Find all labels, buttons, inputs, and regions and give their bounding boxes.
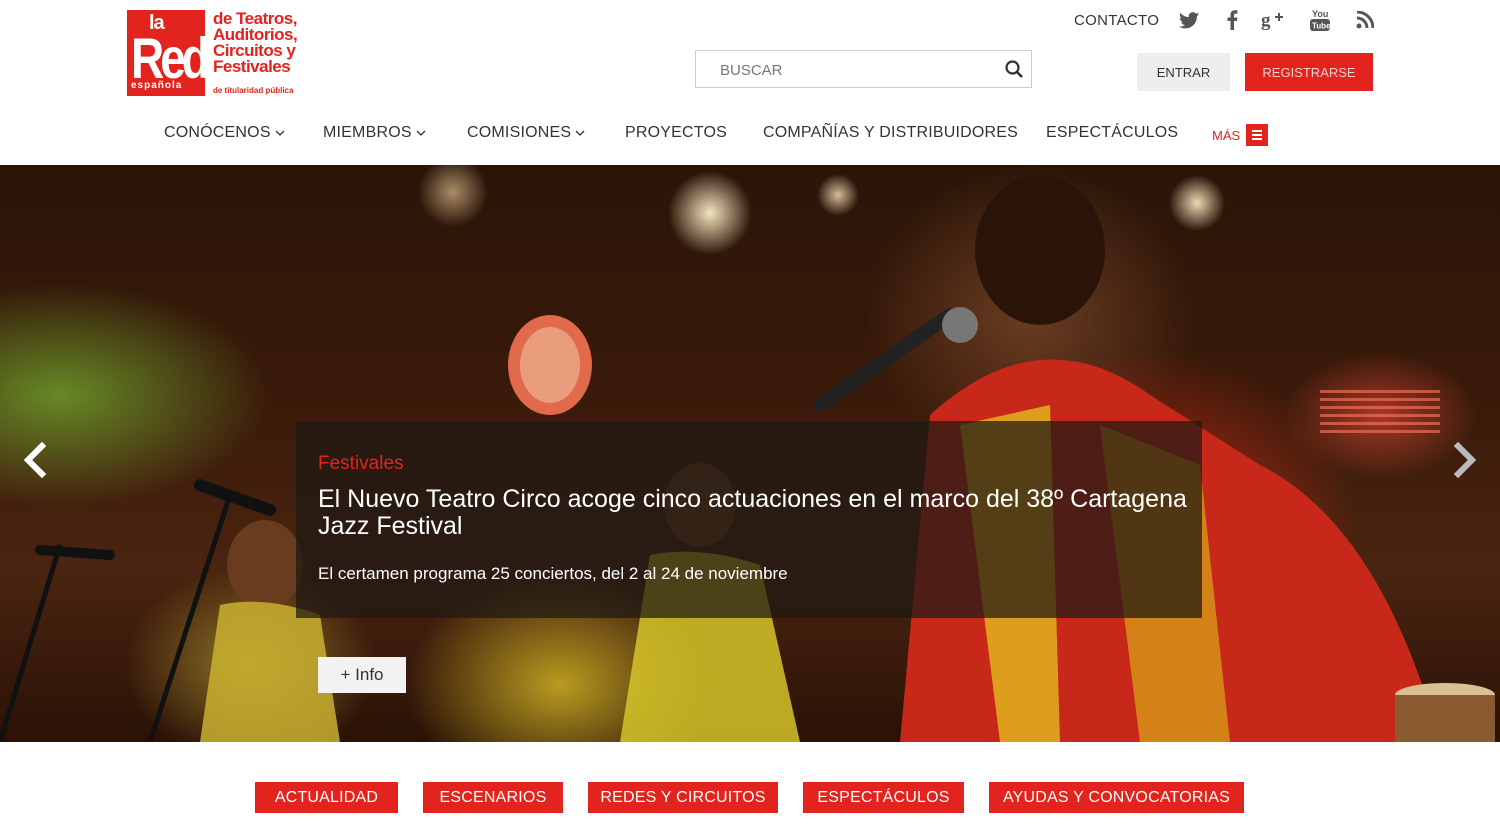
svg-text:g: g bbox=[1261, 10, 1271, 30]
contact-link[interactable]: CONTACTO bbox=[1074, 12, 1159, 29]
twitter-icon[interactable] bbox=[1177, 8, 1201, 32]
logo-tagline-line: Festivales bbox=[213, 57, 291, 76]
logo-subtitle: de titularidad pública bbox=[213, 86, 294, 95]
more-menu-button[interactable]: MÁS bbox=[1212, 124, 1269, 146]
tab-actualidad[interactable]: ACTUALIDAD bbox=[255, 782, 398, 813]
slider-next-arrow-icon[interactable] bbox=[1450, 440, 1480, 480]
search-box bbox=[695, 50, 1032, 89]
hamburger-icon bbox=[1246, 124, 1269, 146]
tab-espectaculos[interactable]: ESPECTÁCULOS bbox=[803, 782, 964, 813]
logo-tagline: de Teatros, Auditorios, Circuitos y Fest… bbox=[213, 10, 298, 76]
nav-item-label: MIEMBROS bbox=[323, 124, 412, 141]
nav-item-comisiones[interactable]: COMISIONES bbox=[467, 124, 585, 142]
nav-item-proyectos[interactable]: PROYECTOS bbox=[625, 124, 727, 142]
chevron-down-icon bbox=[275, 130, 285, 136]
google-plus-icon[interactable]: g bbox=[1261, 8, 1285, 32]
nav-item-label: COMISIONES bbox=[467, 124, 572, 141]
search-icon[interactable] bbox=[1005, 60, 1023, 83]
search-input[interactable] bbox=[696, 51, 1012, 89]
login-button[interactable]: ENTRAR bbox=[1137, 53, 1230, 91]
tab-redes-y-circuitos[interactable]: REDES Y CIRCUITOS bbox=[588, 782, 778, 813]
svg-text:You: You bbox=[1312, 9, 1328, 19]
logo-espanola: española bbox=[131, 80, 183, 91]
nav-item-miembros[interactable]: MIEMBROS bbox=[323, 124, 426, 142]
rss-icon[interactable] bbox=[1353, 8, 1377, 32]
site-logo[interactable]: la Red española de Teatros, Auditorios, … bbox=[127, 10, 299, 96]
nav-item-companias[interactable]: COMPAÑÍAS Y DISTRIBUIDORES bbox=[763, 124, 1018, 142]
svg-text:Tube: Tube bbox=[1312, 22, 1331, 31]
hero-description: El certamen programa 25 conciertos, del … bbox=[318, 564, 788, 583]
hero-title[interactable]: El Nuevo Teatro Circo acoge cinco actuac… bbox=[318, 486, 1188, 540]
chevron-down-icon bbox=[416, 130, 426, 136]
tab-escenarios[interactable]: ESCENARIOS bbox=[423, 782, 563, 813]
facebook-icon[interactable] bbox=[1220, 8, 1244, 32]
register-button[interactable]: REGISTRARSE bbox=[1245, 53, 1373, 91]
chevron-down-icon bbox=[575, 130, 585, 136]
logo-mark: la Red española bbox=[127, 10, 210, 96]
nav-item-conocenos[interactable]: CONÓCENOS bbox=[164, 124, 285, 142]
hero-category[interactable]: Festivales bbox=[318, 453, 404, 475]
nav-item-espectaculos[interactable]: ESPECTÁCULOS bbox=[1046, 124, 1178, 142]
more-menu-label: MÁS bbox=[1212, 127, 1241, 143]
slider-prev-arrow-icon[interactable] bbox=[20, 440, 50, 480]
tab-ayudas-y-convocatorias[interactable]: AYUDAS Y CONVOCATORIAS bbox=[989, 782, 1244, 813]
youtube-icon[interactable]: You Tube bbox=[1308, 8, 1332, 32]
more-info-button[interactable]: + Info bbox=[318, 657, 406, 693]
nav-item-label: CONÓCENOS bbox=[164, 124, 271, 141]
